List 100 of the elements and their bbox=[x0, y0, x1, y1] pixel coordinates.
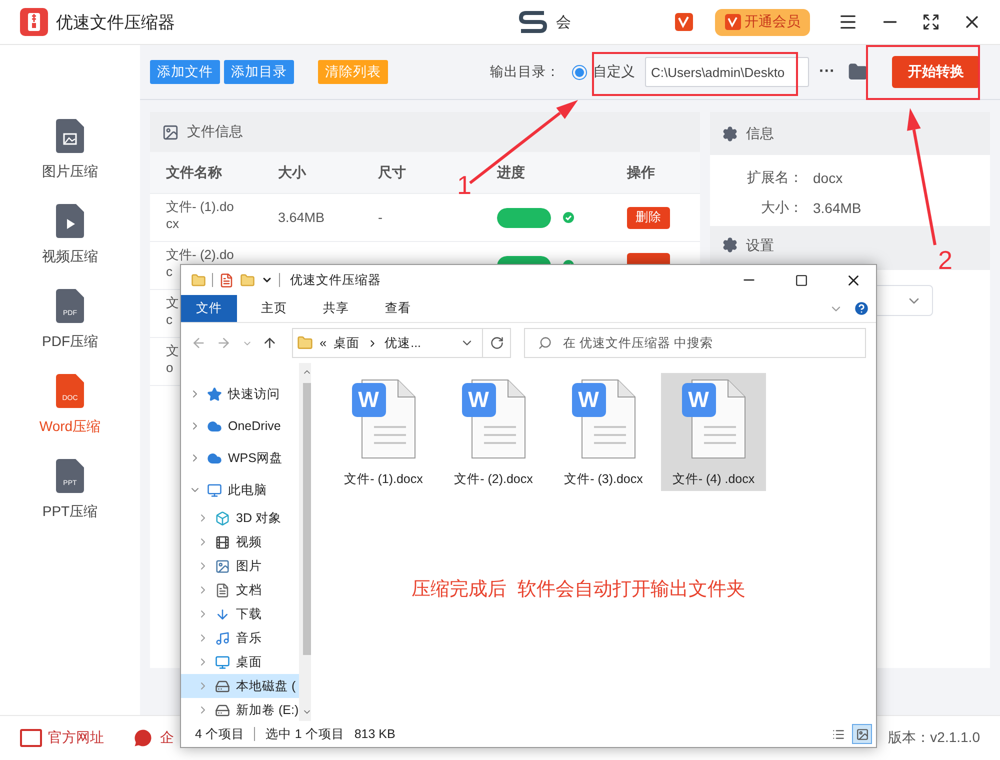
cloud-icon bbox=[207, 418, 222, 434]
download-icon bbox=[215, 606, 230, 622]
footer-link[interactable]: 企 bbox=[132, 727, 174, 749]
tree-item[interactable]: 下载 bbox=[181, 602, 299, 626]
field-value: 3.64MB bbox=[813, 200, 862, 216]
fullscreen-icon[interactable] bbox=[922, 13, 940, 31]
folder-icon bbox=[296, 335, 313, 351]
more-button[interactable]: ··· bbox=[819, 63, 835, 81]
sidebar-item[interactable]: 图片压缩 bbox=[42, 119, 98, 204]
delete-button[interactable]: 删除 bbox=[627, 206, 670, 228]
tree-item[interactable]: 快速访问 bbox=[181, 378, 299, 410]
tree-item[interactable]: 新加卷 (E:) bbox=[181, 698, 299, 721]
properties-icon[interactable] bbox=[219, 272, 234, 288]
tree-item[interactable]: 视频 bbox=[181, 530, 299, 554]
sidebar-label: 图片压缩 bbox=[42, 163, 98, 181]
breadcrumb-item[interactable]: 桌面 bbox=[334, 334, 360, 352]
app-logo bbox=[20, 8, 48, 36]
tree-item[interactable]: 图片 bbox=[181, 554, 299, 578]
folder-icon[interactable] bbox=[848, 62, 868, 82]
music-note-icon bbox=[215, 630, 230, 646]
tree-item[interactable]: 文档 bbox=[181, 578, 299, 602]
file-item[interactable]: W 文件- (4) .docx bbox=[661, 373, 766, 491]
tree-item[interactable]: 3D 对象 bbox=[181, 506, 299, 530]
refresh-icon[interactable] bbox=[490, 336, 504, 350]
picture-icon[interactable] bbox=[856, 728, 868, 740]
refresh-button[interactable] bbox=[483, 328, 512, 358]
window-title: 优速文件压缩器 bbox=[290, 272, 381, 288]
image-icon bbox=[162, 124, 179, 140]
tree-item[interactable]: OneDrive bbox=[181, 410, 299, 442]
sidebar-label: PPT压缩 bbox=[42, 503, 98, 521]
breadcrumb-item[interactable]: 优速... bbox=[384, 334, 422, 352]
address-bar[interactable]: « 桌面 优速... bbox=[292, 328, 484, 358]
file-name: c bbox=[166, 311, 172, 328]
app-badge: W bbox=[572, 383, 606, 417]
version-text: 版本：v2.1.1.0 bbox=[888, 729, 980, 747]
tree-item[interactable]: 音乐 bbox=[181, 626, 299, 650]
drive-icon bbox=[215, 678, 230, 694]
ribbon-tab[interactable]: 共享 bbox=[309, 295, 363, 322]
file-name: 文 bbox=[166, 294, 179, 311]
path-field[interactable]: C:\Users\admin\Deskto bbox=[645, 57, 810, 87]
footer-link[interactable]: 官方网址 bbox=[20, 729, 104, 747]
user-name: 会 bbox=[556, 12, 571, 32]
avatar-icon bbox=[518, 10, 548, 34]
file-item[interactable]: W 文件- (3).docx bbox=[551, 373, 656, 491]
column-header: 尺寸 bbox=[378, 164, 407, 182]
ribbon-tab[interactable]: 查看 bbox=[371, 295, 425, 322]
maximize-icon[interactable] bbox=[794, 274, 808, 286]
file-item[interactable]: W 文件- (1).docx bbox=[331, 373, 436, 491]
radio-label: 自定义 bbox=[593, 63, 636, 81]
new-folder-icon[interactable] bbox=[240, 272, 255, 288]
file-name: 文件- (1).do bbox=[166, 198, 234, 215]
star-icon bbox=[207, 386, 222, 402]
computer-icon bbox=[207, 482, 222, 498]
vip-icon bbox=[675, 13, 693, 31]
progress-bar bbox=[497, 208, 551, 228]
web-icon bbox=[20, 729, 42, 747]
file-name: 文 bbox=[166, 342, 179, 359]
chat-icon bbox=[132, 727, 154, 749]
file-item[interactable]: W 文件- (2).docx bbox=[441, 373, 546, 491]
sidebar-label: 视频压缩 bbox=[42, 248, 98, 266]
video-file-icon bbox=[56, 204, 84, 238]
table-cell-text: - bbox=[378, 208, 384, 226]
scrollbar[interactable] bbox=[298, 363, 311, 721]
start-button[interactable]: 开始转换 bbox=[892, 56, 980, 88]
gear-icon bbox=[722, 126, 738, 142]
file-name: 文件- (2).do bbox=[166, 246, 234, 263]
film-icon bbox=[215, 534, 230, 550]
list-icon[interactable] bbox=[832, 728, 844, 740]
help-icon[interactable] bbox=[853, 300, 870, 317]
app-badge: W bbox=[462, 383, 496, 417]
tree-item[interactable]: 本地磁盘 ( bbox=[181, 674, 299, 698]
gear-icon bbox=[722, 237, 738, 253]
field-value: docx bbox=[813, 170, 844, 186]
file-name: o bbox=[166, 359, 174, 376]
drive-icon bbox=[215, 702, 230, 718]
large-icons-view-button[interactable] bbox=[852, 724, 872, 744]
image-file-icon bbox=[56, 119, 84, 153]
sidebar-item[interactable]: 视频压缩 bbox=[42, 204, 98, 289]
panel-title: 设置 bbox=[746, 237, 774, 255]
status-text: 4 个项目 bbox=[195, 726, 244, 742]
search-field[interactable]: 在 优速文件压缩器 中搜索 bbox=[524, 328, 866, 358]
back-icon[interactable] bbox=[191, 335, 206, 351]
file-name: cx bbox=[166, 215, 179, 232]
overflow-marker[interactable]: « bbox=[320, 336, 327, 350]
status-text: 813 KB bbox=[354, 727, 396, 741]
tree-item[interactable]: 桌面 bbox=[181, 650, 299, 674]
panel-title: 文件信息 bbox=[187, 123, 243, 141]
column-header: 操作 bbox=[627, 164, 656, 182]
sidebar-label: PDF压缩 bbox=[42, 333, 98, 351]
step-number: 2 bbox=[938, 245, 952, 276]
document-icon bbox=[215, 582, 230, 598]
ribbon-tab[interactable]: 主页 bbox=[247, 295, 301, 322]
file-name: c bbox=[166, 263, 172, 280]
field-label: 扩展名： bbox=[746, 169, 803, 187]
tree-item[interactable]: 此电脑 bbox=[181, 474, 299, 506]
ribbon-tab[interactable]: 文件 bbox=[181, 295, 237, 322]
radio-button[interactable] bbox=[572, 64, 588, 80]
tree-item[interactable]: WPS网盘 bbox=[181, 442, 299, 474]
app-title: 优速文件压缩器 bbox=[56, 12, 175, 34]
cube-icon bbox=[215, 510, 230, 526]
